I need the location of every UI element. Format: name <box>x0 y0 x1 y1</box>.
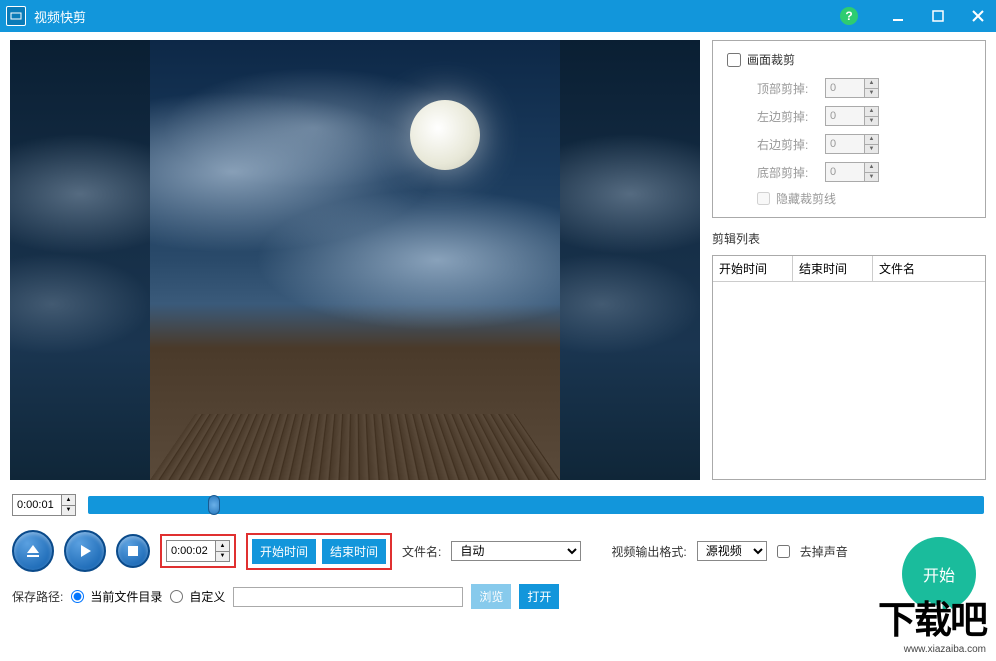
minimize-button[interactable] <box>886 4 910 28</box>
progress-slider[interactable] <box>88 496 984 514</box>
remove-audio-checkbox[interactable] <box>777 545 790 558</box>
watermark: 下载吧 www.xiazaiba.com <box>878 589 986 655</box>
stop-button[interactable] <box>116 534 150 568</box>
clip-time-spinner[interactable]: ▲▼ <box>166 540 230 562</box>
filename-label: 文件名: <box>402 543 441 560</box>
current-time-spinner[interactable]: ▲▼ <box>12 494 76 516</box>
clip-list-title: 剪辑列表 <box>712 230 986 247</box>
col-end-time: 结束时间 <box>793 256 873 281</box>
table-header: 开始时间 结束时间 文件名 <box>713 256 985 282</box>
col-filename: 文件名 <box>873 256 985 281</box>
crop-enable-label: 画面裁剪 <box>747 51 795 68</box>
browse-button[interactable]: 浏览 <box>471 584 511 609</box>
crop-left-label: 左边剪掉: <box>757 108 817 125</box>
set-start-time-button[interactable]: 开始时间 <box>252 539 316 564</box>
time-input-highlight: ▲▼ <box>160 534 236 568</box>
current-dir-radio[interactable] <box>71 590 84 603</box>
app-icon <box>6 6 26 26</box>
chevron-down-icon[interactable]: ▼ <box>865 145 878 154</box>
chevron-down-icon[interactable]: ▼ <box>865 173 878 182</box>
chevron-up-icon[interactable]: ▲ <box>865 79 878 89</box>
crop-top-label: 顶部剪掉: <box>757 80 817 97</box>
crop-left-spinner[interactable]: ▲▼ <box>825 106 879 126</box>
output-format-select[interactable]: 源视频 <box>697 541 767 561</box>
slider-thumb[interactable] <box>208 495 220 515</box>
help-icon[interactable]: ? <box>840 7 858 25</box>
hide-crop-lines-checkbox[interactable] <box>757 192 770 205</box>
chevron-down-icon[interactable]: ▼ <box>865 89 878 98</box>
chevron-down-icon[interactable]: ▼ <box>865 117 878 126</box>
output-format-label: 视频输出格式: <box>611 543 686 560</box>
clip-list-table[interactable]: 开始时间 结束时间 文件名 <box>712 255 986 480</box>
crop-top-spinner[interactable]: ▲▼ <box>825 78 879 98</box>
titlebar: 视频快剪 ? <box>0 0 996 32</box>
custom-dir-radio[interactable] <box>170 590 183 603</box>
hide-crop-lines-label: 隐藏裁剪线 <box>776 190 836 207</box>
play-button[interactable] <box>64 530 106 572</box>
remove-audio-label: 去掉声音 <box>800 543 848 560</box>
maximize-button[interactable] <box>926 4 950 28</box>
chevron-down-icon[interactable]: ▼ <box>62 506 75 516</box>
time-buttons-highlight: 开始时间 结束时间 <box>246 533 392 570</box>
chevron-up-icon[interactable]: ▲ <box>62 495 75 506</box>
filename-select[interactable]: 自动 <box>451 541 581 561</box>
chevron-up-icon[interactable]: ▲ <box>865 135 878 145</box>
chevron-down-icon[interactable]: ▼ <box>216 552 229 562</box>
col-start-time: 开始时间 <box>713 256 793 281</box>
crop-right-spinner[interactable]: ▲▼ <box>825 134 879 154</box>
eject-button[interactable] <box>12 530 54 572</box>
crop-panel: 画面裁剪 顶部剪掉: ▲▼ 左边剪掉: ▲▼ 右边剪掉: <box>712 40 986 218</box>
set-end-time-button[interactable]: 结束时间 <box>322 539 386 564</box>
current-dir-label: 当前文件目录 <box>90 588 162 605</box>
crop-enable-checkbox[interactable] <box>727 53 741 67</box>
crop-right-label: 右边剪掉: <box>757 136 817 153</box>
save-path-label: 保存路径: <box>12 588 63 605</box>
save-path-input[interactable] <box>233 587 463 607</box>
chevron-up-icon[interactable]: ▲ <box>865 163 878 173</box>
video-preview[interactable] <box>10 40 700 480</box>
custom-dir-label: 自定义 <box>189 588 225 605</box>
close-button[interactable] <box>966 4 990 28</box>
app-title: 视频快剪 <box>34 7 840 26</box>
crop-bottom-label: 底部剪掉: <box>757 164 817 181</box>
chevron-up-icon[interactable]: ▲ <box>865 107 878 117</box>
chevron-up-icon[interactable]: ▲ <box>216 541 229 552</box>
crop-bottom-spinner[interactable]: ▲▼ <box>825 162 879 182</box>
open-button[interactable]: 打开 <box>519 584 559 609</box>
